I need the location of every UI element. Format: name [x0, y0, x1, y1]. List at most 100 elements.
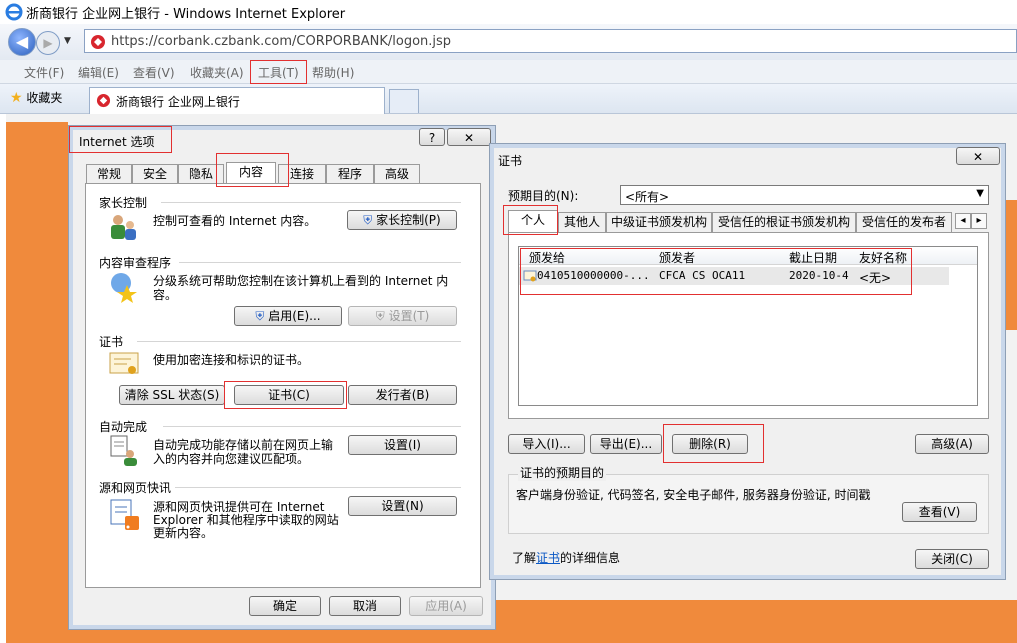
- url-text: https://corbank.czbank.com/CORPORBANK/lo…: [111, 34, 452, 49]
- browser-tab-active[interactable]: 浙商银行 企业网上银行: [89, 87, 385, 114]
- certificates-title: 证书: [498, 154, 523, 168]
- recent-pages-dropdown-icon[interactable]: ▼: [64, 36, 71, 46]
- publishers-button[interactable]: 发行者(B): [348, 385, 457, 405]
- advisor-settings-label: 设置(T): [388, 309, 430, 323]
- purpose-select[interactable]: <所有> ▼: [620, 185, 989, 205]
- chevron-down-icon: ▼: [976, 188, 984, 199]
- tab-programs[interactable]: 程序: [326, 164, 374, 184]
- tab-scroll-right-icon[interactable]: ▸: [971, 213, 987, 229]
- ok-button[interactable]: 确定: [249, 596, 321, 616]
- page-decoration-left: [6, 122, 68, 643]
- advanced-button[interactable]: 高级(A): [915, 434, 989, 454]
- star-icon: ★: [10, 90, 23, 106]
- view-button[interactable]: 查看(V): [902, 502, 977, 522]
- menu-favorites[interactable]: 收藏夹(A): [190, 64, 244, 81]
- certificate-icon: [109, 352, 139, 374]
- close-button[interactable]: ✕: [447, 128, 491, 146]
- tab-trusted-root-ca[interactable]: 受信任的根证书颁发机构: [712, 212, 856, 232]
- menu-view[interactable]: 查看(V): [133, 64, 175, 81]
- shield-icon: ⛨: [255, 309, 265, 323]
- cell-issued-to: 0410510000000-...: [537, 269, 650, 282]
- tab-other-people[interactable]: 其他人: [558, 212, 606, 232]
- learn-more-text: 了解证书的详细信息: [512, 549, 620, 566]
- browser-tab-title: 浙商银行 企业网上银行: [116, 95, 240, 109]
- new-tab-button[interactable]: [389, 89, 419, 113]
- star-rating-icon: [111, 273, 137, 303]
- url-input[interactable]: https://corbank.czbank.com/CORPORBANK/lo…: [84, 29, 1017, 53]
- shield-icon: ⛨: [363, 213, 373, 227]
- advisor-desc-line2: 容。: [153, 288, 178, 302]
- feeds-desc-line3: 更新内容。: [153, 526, 214, 540]
- advisor-desc-line1: 分级系统可帮助您控制在该计算机上看到的 Internet 内: [153, 274, 449, 288]
- certificates-button[interactable]: 证书(C): [234, 385, 344, 405]
- tab-general[interactable]: 常规: [86, 164, 132, 184]
- close-button[interactable]: 关闭(C): [915, 549, 989, 569]
- table-row[interactable]: 0410510000000-... CFCA CS OCA11 2020-10-…: [519, 267, 949, 285]
- menu-tools[interactable]: 工具(T): [258, 64, 299, 81]
- column-issued-to[interactable]: 颁发给: [529, 249, 565, 266]
- parental-controls-label: 家长控制(P): [376, 213, 441, 227]
- tab-privacy[interactable]: 隐私: [178, 164, 224, 184]
- menu-bar: 文件(F) 编辑(E) 查看(V) 收藏夹(A) 工具(T) 帮助(H): [0, 60, 1017, 84]
- purpose-label: 预期目的(N):: [508, 189, 579, 203]
- address-bar: ◀ ▶ ▼ https://corbank.czbank.com/CORPORB…: [0, 24, 1017, 60]
- window-titlebar: 浙商银行 企业网上银行 - Windows Internet Explorer: [0, 0, 1017, 24]
- menu-file[interactable]: 文件(F): [24, 64, 64, 81]
- advisor-settings-button[interactable]: ⛨ 设置(T): [348, 306, 457, 326]
- tab-advanced[interactable]: 高级: [374, 164, 420, 184]
- tab-trusted-publishers[interactable]: 受信任的发布者: [856, 212, 952, 232]
- cell-expiry: 2020-10-4: [789, 269, 849, 282]
- cell-issuer: CFCA CS OCA11: [659, 269, 746, 282]
- back-button[interactable]: ◀: [8, 28, 36, 56]
- rss-feed-icon: [110, 499, 139, 530]
- tab-intermediate-ca[interactable]: 中级证书颁发机构: [606, 212, 712, 232]
- certificate-icon: [523, 270, 537, 282]
- purpose-selected-value: <所有>: [625, 190, 670, 204]
- cancel-button[interactable]: 取消: [329, 596, 401, 616]
- learn-more-link[interactable]: 证书: [536, 551, 560, 565]
- export-button[interactable]: 导出(E)...: [590, 434, 662, 454]
- menu-edit[interactable]: 编辑(E): [78, 64, 119, 81]
- certificates-dialog: 证书 ✕ 预期目的(N): <所有> ▼ 个人 其他人 中级证书颁发机构 受信任…: [489, 143, 1006, 580]
- menu-help[interactable]: 帮助(H): [312, 64, 354, 81]
- parental-desc: 控制可查看的 Internet 内容。: [153, 214, 317, 228]
- column-expiry[interactable]: 截止日期: [789, 249, 837, 266]
- parental-controls-button[interactable]: ⛨ 家长控制(P): [347, 210, 457, 230]
- enable-button[interactable]: ⛨ 启用(E)...: [234, 306, 342, 326]
- purposes-text: 客户端身份验证, 代码签名, 安全电子邮件, 服务器身份验证, 时间戳: [516, 488, 871, 502]
- certificates-close-x-button[interactable]: ✕: [956, 147, 1000, 165]
- internet-options-title: Internet 选项: [79, 135, 155, 149]
- certificate-list[interactable]: 颁发给 颁发者 截止日期 友好名称 0410510000000-... CFCA…: [518, 246, 978, 406]
- column-issuer[interactable]: 颁发者: [659, 249, 695, 266]
- list-header: 颁发给 颁发者 截止日期 友好名称: [519, 247, 977, 265]
- ie-logo-icon: [5, 3, 23, 21]
- forward-button[interactable]: ▶: [36, 31, 60, 55]
- column-friendly-name[interactable]: 友好名称: [859, 249, 907, 266]
- learn-more-prefix: 了解: [512, 551, 537, 565]
- favorites-bar: ★ 收藏夹 浙商银行 企业网上银行: [0, 84, 1017, 114]
- clear-ssl-button[interactable]: 清除 SSL 状态(S): [119, 385, 225, 405]
- certs-heading: 证书: [99, 335, 124, 349]
- cell-friendly-name: <无>: [859, 271, 892, 285]
- family-icon: [111, 215, 136, 240]
- tab-scroll-left-icon[interactable]: ◂: [955, 213, 971, 229]
- czbank-tab-icon: [96, 93, 111, 108]
- purposes-heading: 证书的预期目的: [518, 464, 607, 481]
- help-button[interactable]: ?: [419, 128, 445, 146]
- tab-connections[interactable]: 连接: [278, 164, 326, 184]
- autocomplete-settings-button[interactable]: 设置(I): [348, 435, 457, 455]
- tab-security[interactable]: 安全: [132, 164, 178, 184]
- feeds-settings-button[interactable]: 设置(N): [348, 496, 457, 516]
- learn-more-suffix: 的详细信息: [560, 551, 621, 565]
- favorites-button[interactable]: ★ 收藏夹: [10, 89, 62, 106]
- autocomplete-heading: 自动完成: [99, 420, 148, 434]
- apply-button[interactable]: 应用(A): [409, 596, 483, 616]
- remove-button[interactable]: 删除(R): [672, 434, 748, 454]
- shield-icon: ⛨: [375, 309, 385, 323]
- import-button[interactable]: 导入(I)...: [508, 434, 585, 454]
- parental-heading: 家长控制: [99, 196, 148, 210]
- tab-content[interactable]: 内容: [226, 162, 276, 184]
- tab-personal[interactable]: 个人: [508, 210, 558, 232]
- internet-options-dialog: Internet 选项 ? ✕ 常规 安全 隐私 内容 连接 程序 高级 家长控…: [68, 125, 496, 630]
- feeds-heading: 源和网页快讯: [99, 481, 172, 495]
